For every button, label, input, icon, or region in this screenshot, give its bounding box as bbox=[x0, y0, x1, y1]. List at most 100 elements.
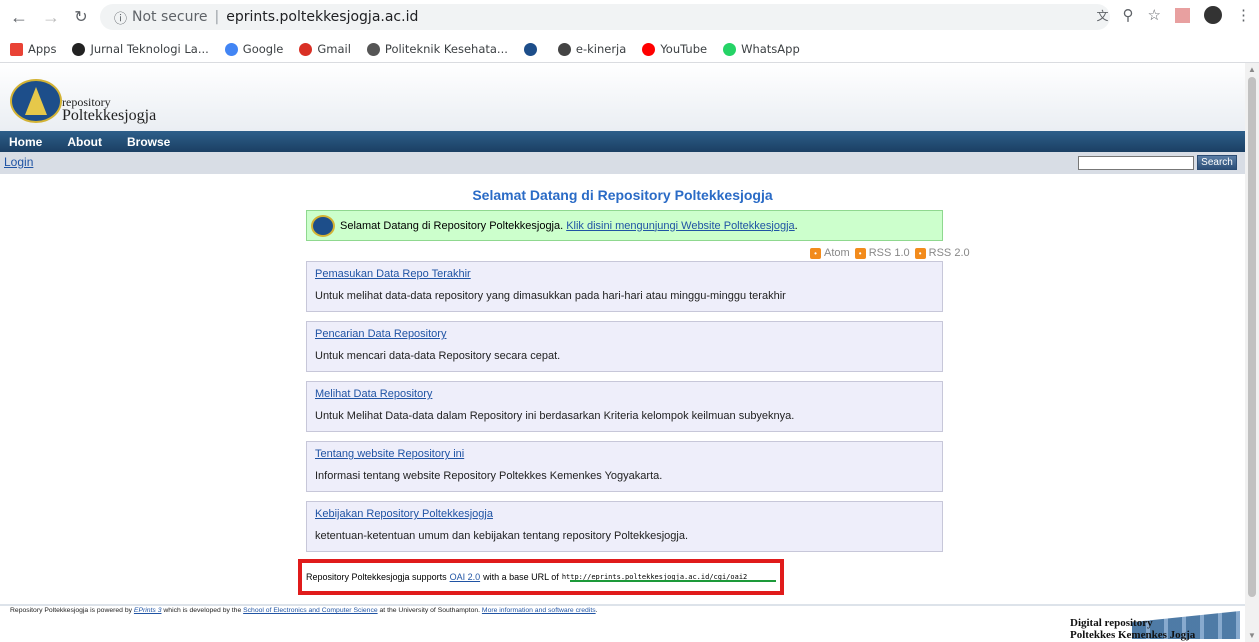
badge-line2: Poltekkes Kemenkes Jogja bbox=[1070, 629, 1196, 641]
eprints-link[interactable]: EPrints 3 bbox=[134, 607, 162, 614]
bookmark-star-icon[interactable]: ☆ bbox=[1148, 6, 1161, 24]
toolbar-actions: 文 ⚲ ☆ ⋮ bbox=[1097, 6, 1251, 24]
bookmark-icon bbox=[10, 42, 23, 56]
footer-t3: at the University of Southampton. bbox=[379, 607, 481, 614]
oai-text-before: Repository Poltekkesjogja supports bbox=[306, 572, 447, 582]
login-link[interactable]: Login bbox=[4, 155, 33, 169]
oai-link[interactable]: OAI 2.0 bbox=[450, 572, 481, 582]
translate-icon[interactable]: 文 bbox=[1097, 7, 1109, 24]
list-item: Kebijakan Repository Poltekkesjogja kete… bbox=[306, 501, 943, 552]
bookmark-item[interactable]: WhatsApp bbox=[723, 42, 800, 56]
feed-links: • Atom • RSS 1.0 • RSS 2.0 bbox=[810, 247, 970, 259]
website-link[interactable]: Klik disini mengunjungi Website Poltekke… bbox=[566, 220, 794, 232]
menu-kebab-icon[interactable]: ⋮ bbox=[1236, 6, 1251, 24]
feed-rss2[interactable]: • RSS 2.0 bbox=[914, 247, 970, 259]
school-link[interactable]: School of Electronics and Computer Scien… bbox=[243, 607, 378, 614]
bookmark-label: e-kinerja bbox=[575, 42, 627, 56]
poltekkes-logo-icon[interactable] bbox=[10, 79, 62, 123]
scrollbar[interactable]: ▲ ▼ bbox=[1245, 63, 1259, 642]
footer-text: Repository Poltekkesjogja is powered by … bbox=[10, 607, 598, 614]
site-header: repository Poltekkesjogja bbox=[0, 63, 1245, 131]
reload-icon[interactable]: ↻ bbox=[70, 6, 92, 28]
info-icon[interactable]: ⓘ bbox=[114, 8, 127, 27]
feed-label: RSS 2.0 bbox=[928, 247, 970, 259]
bookmark-icon bbox=[642, 42, 656, 56]
bookmark-label: Jurnal Teknologi La... bbox=[90, 42, 209, 56]
poltekkes-logo-icon bbox=[311, 214, 335, 237]
divider bbox=[0, 604, 1245, 606]
bookmark-item[interactable]: Jurnal Teknologi La... bbox=[72, 42, 209, 56]
bookmark-label: YouTube bbox=[660, 42, 708, 56]
footer-t2: which is developed by the bbox=[163, 607, 242, 614]
bookmark-item[interactable]: Gmail bbox=[299, 42, 351, 56]
box-link[interactable]: Tentang website Repository ini bbox=[315, 448, 464, 460]
menu-about[interactable]: About bbox=[67, 135, 102, 149]
divider: | bbox=[214, 9, 220, 25]
bookmark-icon bbox=[366, 42, 380, 56]
search-button[interactable]: Search bbox=[1197, 155, 1237, 170]
rss-icon: • bbox=[810, 247, 821, 259]
bookmark-label: Gmail bbox=[317, 42, 351, 56]
underline-mark bbox=[570, 580, 776, 582]
back-icon[interactable]: ← bbox=[8, 6, 30, 28]
scrollbar-thumb[interactable] bbox=[1248, 77, 1256, 597]
box-desc: Untuk mencari data-data Repository secar… bbox=[315, 350, 561, 362]
security-label: Not secure bbox=[132, 9, 208, 25]
welcome-banner: Selamat Datang di Repository Poltekkesjo… bbox=[306, 210, 943, 241]
feed-rss1[interactable]: • RSS 1.0 bbox=[854, 247, 910, 259]
box-desc: Untuk melihat data-data repository yang … bbox=[315, 290, 786, 302]
list-item: Tentang website Repository ini Informasi… bbox=[306, 441, 943, 492]
pdf-extension-icon[interactable] bbox=[1175, 7, 1190, 23]
credits-link[interactable]: More information and software credits bbox=[482, 607, 596, 614]
bookmark-icon bbox=[557, 42, 571, 56]
menu-browse[interactable]: Browse bbox=[127, 135, 170, 149]
url-host: eprints.poltekkesjogja.ac.id bbox=[226, 9, 419, 25]
oai-text-after: with a base URL of bbox=[483, 572, 559, 582]
bookmark-item[interactable]: Apps bbox=[10, 42, 56, 56]
badge-line1: Digital repository bbox=[1070, 617, 1153, 629]
bookmark-label: Politeknik Kesehata... bbox=[384, 42, 508, 56]
login-bar: Login Search bbox=[0, 152, 1245, 174]
bookmark-item[interactable]: e-kinerja bbox=[557, 42, 627, 56]
feed-label: RSS 1.0 bbox=[868, 247, 910, 259]
scroll-down-icon[interactable]: ▼ bbox=[1248, 631, 1256, 640]
box-link[interactable]: Pencarian Data Repository bbox=[315, 328, 446, 340]
webpage: repository Poltekkesjogja Home About Bro… bbox=[0, 63, 1245, 642]
zoom-icon[interactable]: ⚲ bbox=[1123, 6, 1134, 24]
footer-t1: Repository Poltekkesjogja is powered by bbox=[10, 607, 133, 614]
bookmark-label: WhatsApp bbox=[741, 42, 800, 56]
rss-icon: • bbox=[914, 247, 926, 259]
main-menu: Home About Browse bbox=[0, 131, 1245, 152]
period: . bbox=[794, 219, 798, 232]
bookmark-item[interactable]: Politeknik Kesehata... bbox=[366, 42, 508, 56]
box-link[interactable]: Pemasukan Data Repo Terakhir bbox=[315, 268, 471, 280]
period: . bbox=[595, 607, 598, 614]
forward-icon[interactable]: → bbox=[40, 6, 62, 28]
feed-atom[interactable]: • Atom bbox=[810, 247, 850, 259]
bookmark-icon bbox=[723, 42, 737, 56]
welcome-text: Selamat Datang di Repository Poltekkesjo… bbox=[340, 219, 564, 232]
bookmark-label: Google bbox=[242, 42, 284, 56]
menu-home[interactable]: Home bbox=[9, 135, 42, 149]
bookmark-item[interactable] bbox=[523, 42, 542, 56]
browser-toolbar: ← → ↻ ⓘ Not secure | eprints.poltekkesjo… bbox=[0, 0, 1259, 34]
box-link[interactable]: Kebijakan Repository Poltekkesjogja bbox=[315, 508, 493, 520]
bookmark-icon bbox=[224, 42, 238, 56]
box-link[interactable]: Melihat Data Repository bbox=[315, 388, 432, 400]
bookmark-icon bbox=[523, 42, 537, 56]
bookmarks-bar: Apps Jurnal Teknologi La... Google Gmail Pol… bbox=[0, 38, 1259, 60]
digital-repository-badge[interactable]: Digital repository Poltekkes Kemenkes Jo… bbox=[1070, 611, 1240, 641]
address-bar[interactable]: ⓘ Not secure | eprints.poltekkesjogja.ac… bbox=[100, 4, 1110, 30]
bookmark-icon bbox=[299, 42, 313, 56]
bookmark-item[interactable]: YouTube bbox=[642, 42, 707, 56]
bookmark-label: Apps bbox=[28, 42, 57, 56]
bookmark-item[interactable]: Google bbox=[224, 42, 284, 56]
scroll-up-icon[interactable]: ▲ bbox=[1248, 65, 1256, 74]
box-desc: Untuk Melihat Data-data dalam Repository… bbox=[315, 410, 795, 422]
search-input[interactable] bbox=[1078, 156, 1194, 170]
profile-avatar-icon[interactable] bbox=[1204, 6, 1222, 24]
list-item: Pencarian Data Repository Untuk mencari … bbox=[306, 321, 943, 372]
page-title: Selamat Datang di Repository Poltekkesjo… bbox=[472, 187, 773, 203]
logo-line2: Poltekkesjogja bbox=[62, 107, 157, 124]
list-item: Pemasukan Data Repo Terakhir Untuk melih… bbox=[306, 261, 943, 312]
